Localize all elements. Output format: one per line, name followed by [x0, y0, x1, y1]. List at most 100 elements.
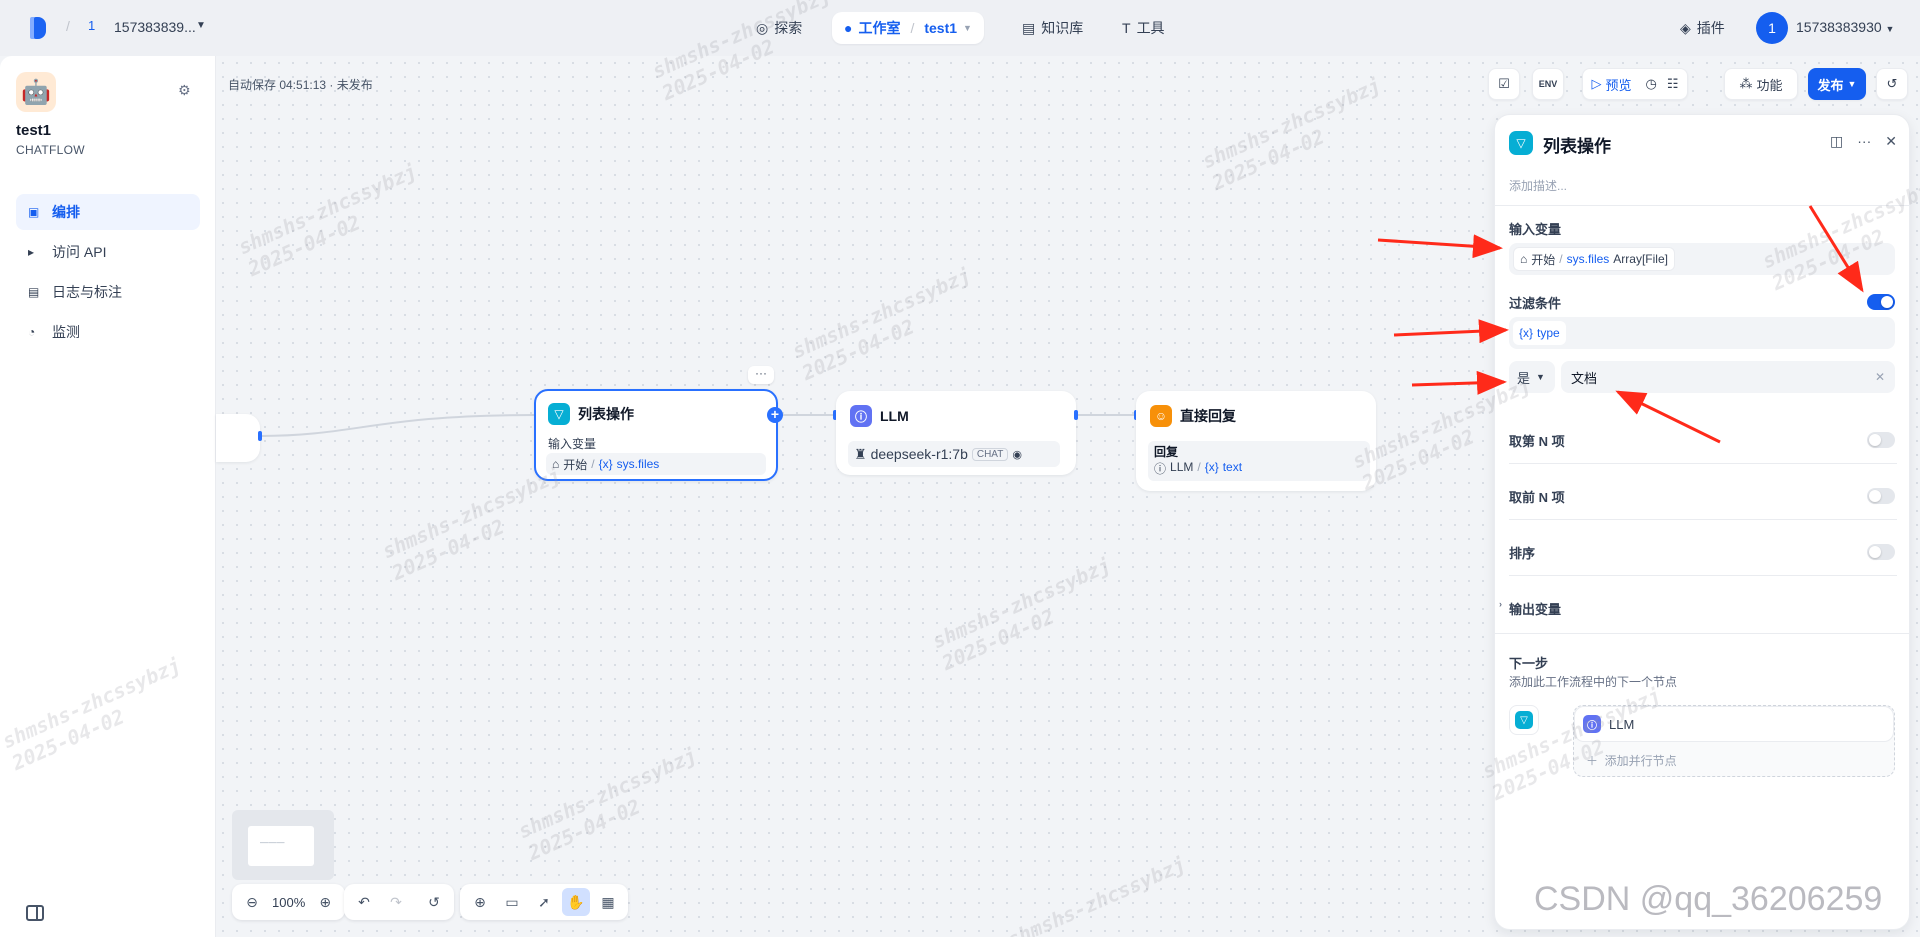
organize-icon[interactable]: ▦ — [594, 888, 622, 916]
add-block-icon[interactable]: ⊕ — [466, 888, 494, 916]
terminal-icon: ▸ — [28, 245, 35, 259]
filter-icon: ▽ — [1509, 131, 1533, 155]
output-var-toggle[interactable]: › 输出变量 — [1499, 599, 1562, 618]
zoom-level[interactable]: 100% — [270, 895, 307, 910]
play-icon[interactable]: ▷ — [1591, 76, 1601, 92]
node-input-var: ⌂ 开始 / {x} sys.files — [546, 453, 766, 475]
app-logo[interactable] — [30, 15, 54, 41]
current-app-name[interactable]: test1 — [924, 20, 957, 36]
nav-tools[interactable]: T 工具 — [1110, 12, 1177, 44]
node-title: LLM — [880, 408, 909, 424]
filter-var-selector[interactable]: {x} type — [1509, 317, 1895, 349]
start-node-handle[interactable] — [258, 431, 262, 441]
hand-icon[interactable]: ✋ — [562, 888, 590, 916]
filter-toggle[interactable] — [1867, 294, 1895, 310]
variable-icon: {x} — [1204, 460, 1219, 474]
llm-node[interactable]: ⓘ LLM ♜ deepseek-r1:7b CHAT ◉ — [836, 391, 1076, 475]
edge-llm-to-answer — [1074, 414, 1136, 416]
answer-var: ⓘ LLM / {x} text — [1154, 460, 1364, 477]
sidebar-item-monitor[interactable]: ◔ 监测 — [16, 314, 200, 350]
panel-actions: ◫ ··· ✕ — [1830, 133, 1897, 150]
separator: / — [66, 18, 70, 34]
minimap[interactable] — [232, 810, 334, 880]
panel-title[interactable]: 列表操作 — [1543, 132, 1611, 157]
chevron-down-icon: ▼ — [1536, 372, 1545, 382]
var-name: sys.files — [1566, 252, 1610, 266]
list-operation-node[interactable]: ▽ 列表操作 输入变量 ⌂ 开始 / {x} sys.files — [534, 389, 778, 481]
nav-label: 知识库 — [1041, 20, 1084, 36]
avatar[interactable]: 1 — [1756, 12, 1788, 44]
publish-button[interactable]: 发布 ▼ — [1808, 68, 1866, 100]
collapse-sidebar-icon[interactable] — [26, 905, 44, 921]
node-input-label: 输入变量 — [548, 437, 597, 451]
zoom-out-icon[interactable]: ⊖ — [238, 888, 266, 916]
add-parallel-label: 添加并行节点 — [1604, 754, 1677, 768]
username[interactable]: 15738383930 ▼ — [1796, 19, 1894, 35]
clear-icon[interactable]: ✕ — [1875, 370, 1885, 384]
sidebar-item-logs[interactable]: ▤ 日志与标注 — [16, 274, 200, 310]
var-name: text — [1222, 460, 1243, 474]
description-input[interactable]: 添加描述... — [1509, 177, 1567, 194]
llm-icon: ⓘ — [850, 405, 872, 427]
zoom-in-icon[interactable]: ⊕ — [311, 888, 339, 916]
nth-item-toggle[interactable] — [1867, 432, 1895, 448]
start-node[interactable] — [216, 414, 260, 462]
settings-icon[interactable]: ⚙ — [178, 82, 191, 99]
add-note-icon[interactable]: ▭ — [498, 888, 526, 916]
first-n-toggle[interactable] — [1867, 488, 1895, 504]
divider — [1509, 463, 1897, 464]
answer-node[interactable]: ☺ 直接回复 回复 ⓘ LLM / {x} text — [1136, 391, 1376, 491]
sidebar-item-api[interactable]: ▸ 访问 API — [16, 234, 200, 270]
sidebar-item-label: 访问 API — [52, 244, 107, 260]
env-button[interactable]: ENV — [1532, 68, 1564, 100]
condition-value-select[interactable]: 文档 ✕ — [1561, 361, 1895, 393]
checklist-button[interactable]: ☑ — [1488, 68, 1520, 100]
sidebar-item-orchestrate[interactable]: ▣ 编排 — [16, 194, 200, 230]
sort-toggle[interactable] — [1867, 544, 1895, 560]
add-node-plus-icon[interactable]: + — [767, 407, 783, 423]
book-icon: ▤ — [1022, 19, 1036, 36]
history-icon: ↺ — [1886, 76, 1898, 91]
chevron-down-icon[interactable]: ▼ — [963, 23, 972, 33]
run-history-icon[interactable]: ◷ — [1646, 76, 1657, 92]
variables-icon[interactable]: ☷ — [1667, 76, 1679, 92]
version-history-button[interactable]: ↺ — [1876, 68, 1908, 100]
plugin-button[interactable]: ◈ 插件 — [1680, 18, 1725, 38]
autosave-status: 自动保存 04:51:13 · 未发布 — [228, 78, 373, 92]
sidebar-item-label: 编排 — [52, 204, 80, 220]
var-name: sys.files — [616, 457, 660, 471]
features-label: 功能 — [1756, 77, 1783, 93]
sidebar-item-label: 监测 — [52, 324, 80, 340]
close-icon[interactable]: ✕ — [1885, 133, 1897, 150]
chevron-down-icon[interactable]: ▼ — [196, 20, 206, 31]
file-list-icon: ▤ — [28, 285, 40, 299]
redo-icon[interactable]: ↷ — [382, 888, 410, 916]
workspace-name[interactable]: 157383839... — [114, 19, 196, 35]
nth-item-label: 取第 N 项 — [1509, 434, 1565, 449]
llm-source-handle[interactable] — [1074, 410, 1078, 420]
pointer-icon[interactable]: ➚ — [530, 888, 558, 916]
var-source: LLM — [1170, 460, 1194, 474]
more-icon[interactable]: ··· — [748, 366, 774, 384]
more-icon[interactable]: ··· — [1857, 133, 1871, 150]
publish-label: 发布 — [1817, 77, 1844, 93]
cube-icon: ◈ — [1680, 19, 1691, 36]
filter-icon: ▽ — [1515, 711, 1533, 729]
output-var-label: 输出变量 — [1509, 602, 1562, 617]
workspace-badge: 1 — [88, 18, 96, 33]
node-header: ☺ 直接回复 — [1150, 405, 1236, 427]
preview-button[interactable]: 预览 — [1605, 75, 1631, 94]
features-button[interactable]: ⁂ 功能 — [1724, 68, 1798, 100]
history-icon[interactable]: ↺ — [420, 888, 448, 916]
nav-studio[interactable]: ● 工作室 / test1 ▼ — [832, 12, 984, 44]
model-name: deepseek-r1:7b — [870, 446, 968, 462]
top-nav: / 1 157383839... ▼ ◎ 探索 ● 工作室 / test1 ▼ … — [0, 0, 1920, 56]
app-type: CHATFLOW — [16, 143, 85, 157]
undo-icon[interactable]: ↶ — [350, 888, 378, 916]
features-icon: ⁂ — [1739, 76, 1753, 91]
app-name: test1 — [16, 122, 52, 139]
app-avatar: 🤖 — [16, 72, 56, 112]
split-view-icon[interactable]: ◫ — [1830, 133, 1843, 150]
nav-knowledge[interactable]: ▤ 知识库 — [1010, 12, 1095, 44]
home-icon: ⌂ — [1520, 252, 1528, 266]
